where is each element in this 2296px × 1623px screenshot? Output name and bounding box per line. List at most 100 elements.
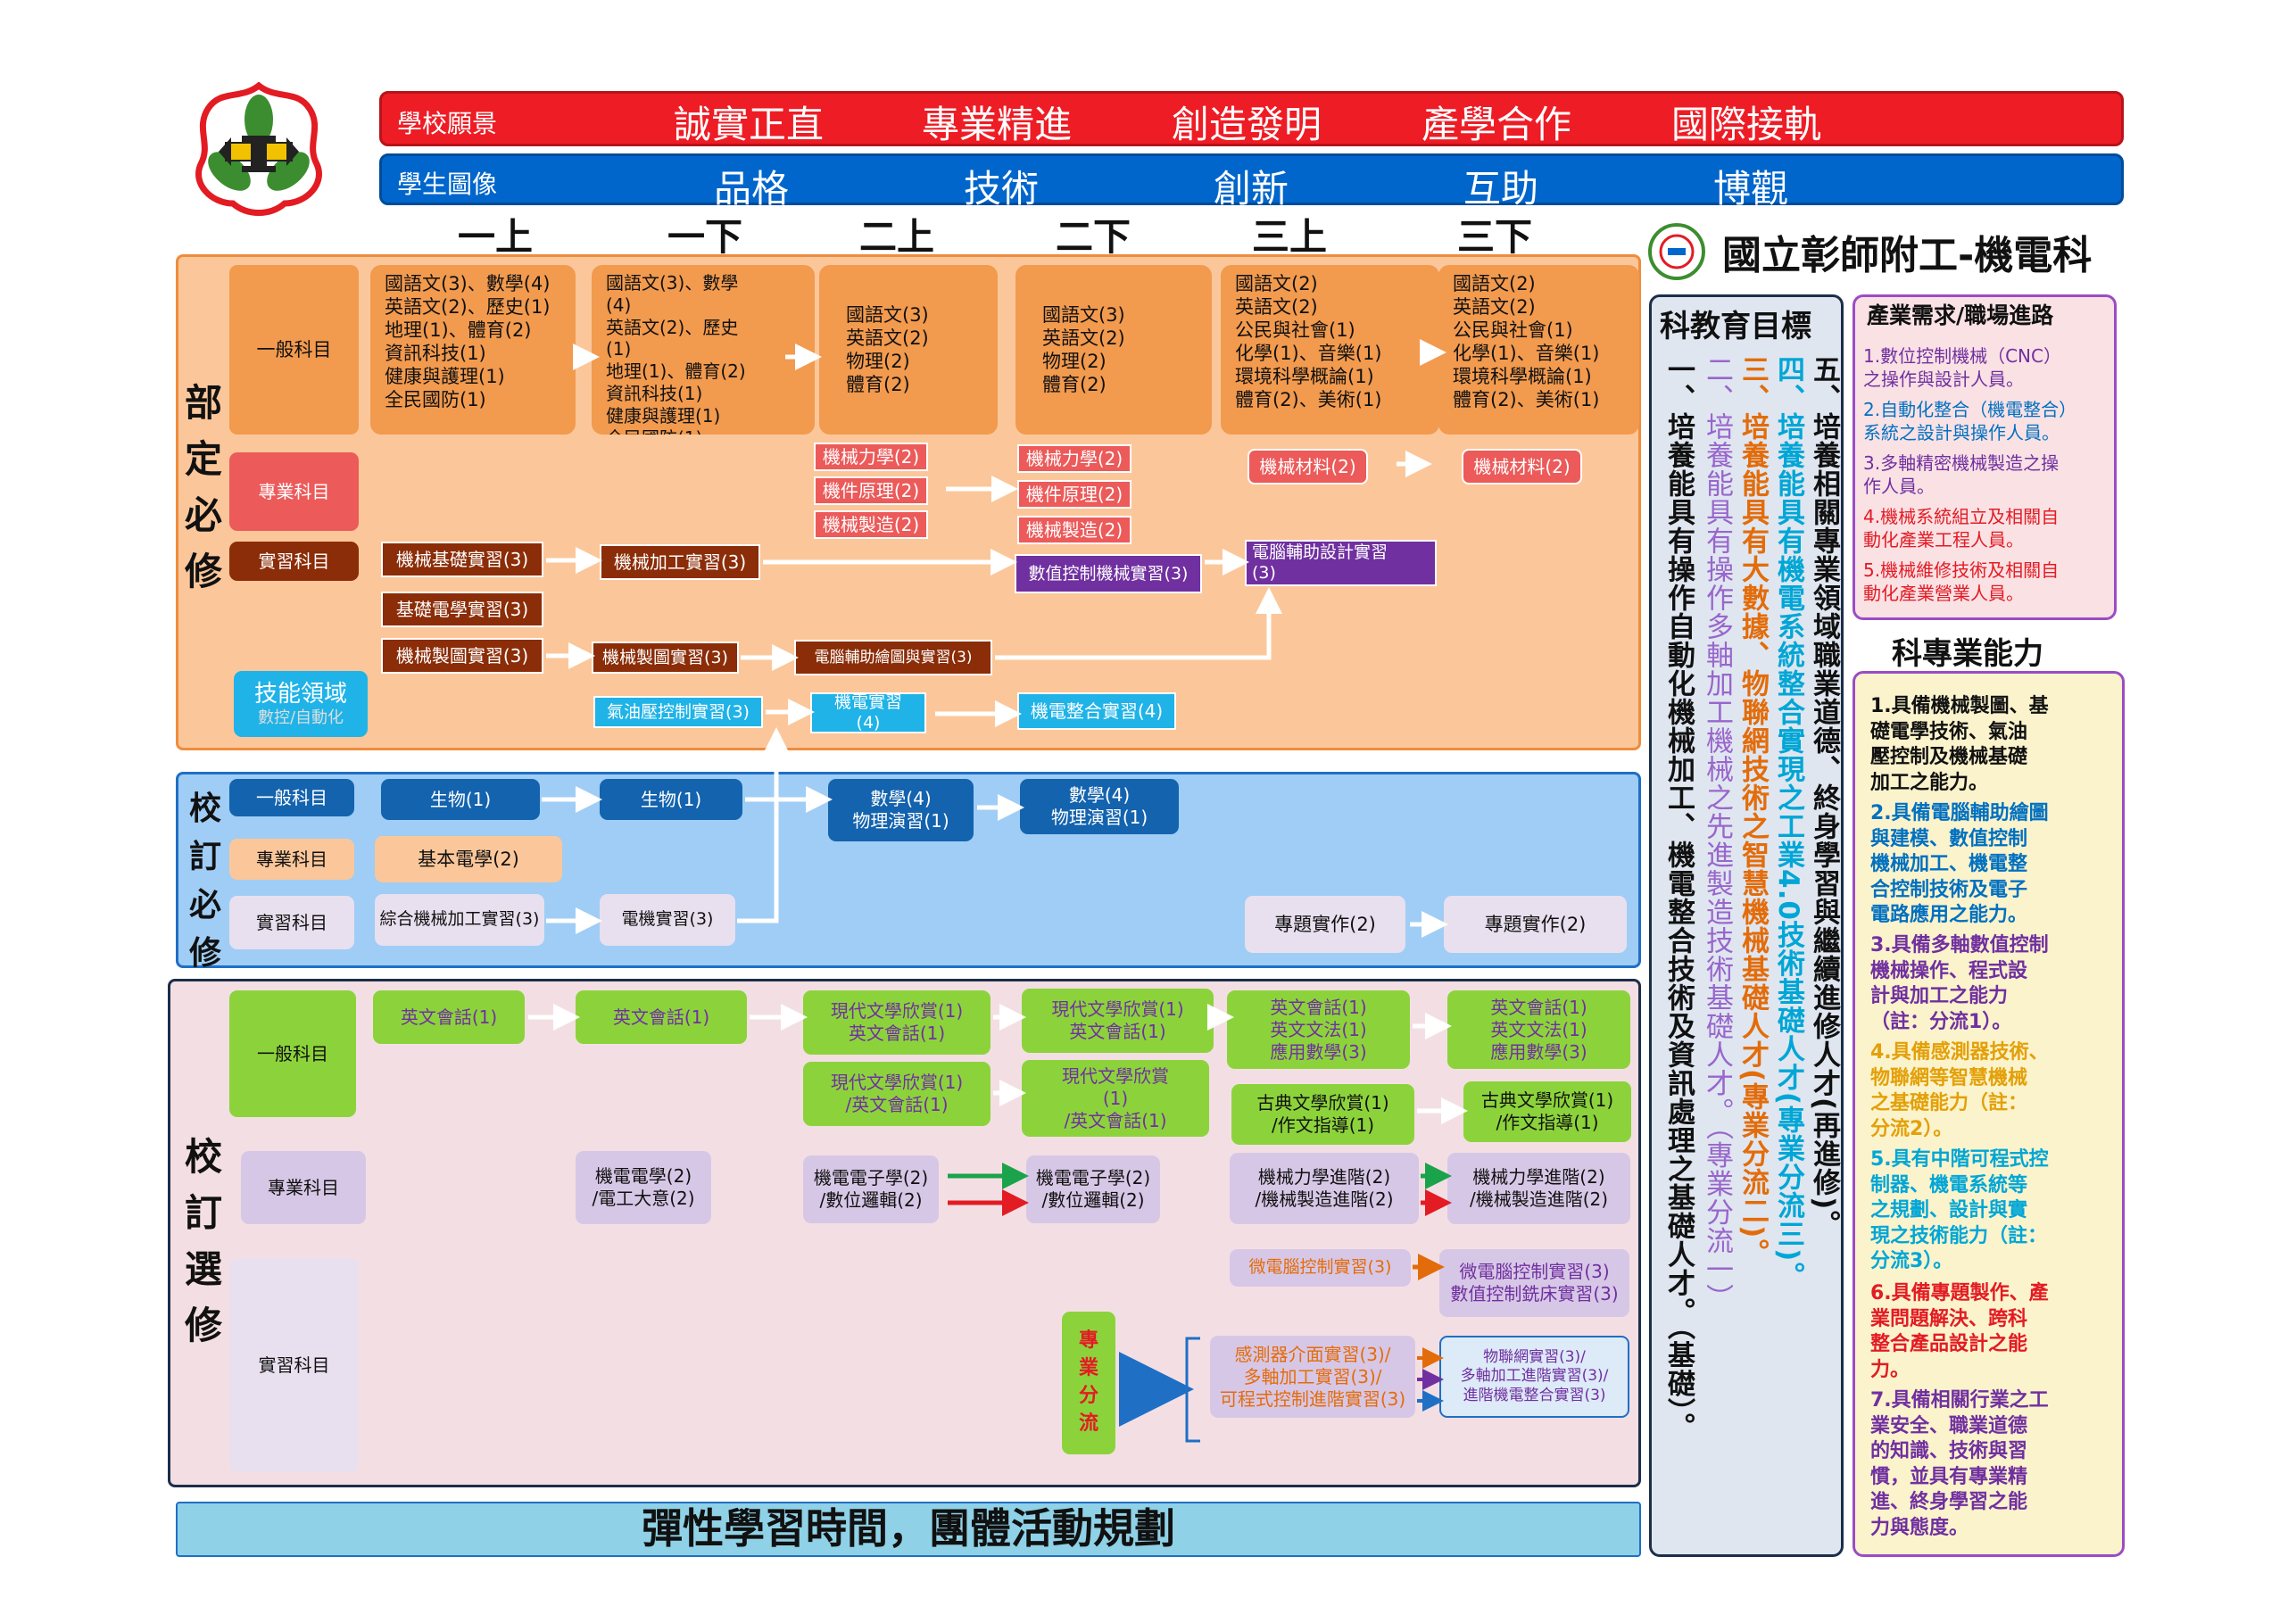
skill-domain-title: 技能領域 [253,680,347,708]
school-logo [195,82,322,216]
course-box: 古典文學欣賞(1) /作文指導(1) [1463,1081,1631,1142]
portrait-item: 品格 [714,167,790,211]
course-box: 英文會話(1) [373,990,525,1044]
ability-title: 科專業能力 [1892,636,2043,672]
education-goals-title: 科教育目標 [1660,309,1811,344]
career-title: 產業需求/職場進路 [1867,302,2054,328]
course-box: 國語文(2) 英語文(2) 公民與社會(1) 化學(1)、音樂(1) 環境科學概… [1438,265,1639,435]
career-item: 3.多軸精密機械製造之操 作人員。 [1863,452,2060,497]
goal-item: 四、培養能具有機電系統整合實現之工業4.0技術基礎人才(專業分流三)。 [1772,355,1804,1291]
course-box: 物聯網實習(3)/ 多軸加工進階實習(3)/ 進階機電整合實習(3) [1439,1336,1629,1418]
ability-item: 1.具備機械製圖、基 礎電學技術、氣油 壓控制及機械基礎 加工之能力。 [1870,695,2049,794]
year-header: 一上 [457,215,533,259]
portrait-item: 互助 [1463,167,1539,211]
vision-label: 學校願景 [397,109,498,138]
course-box: 機械製造(2) [814,510,928,539]
course-box: 機械材料(2) [1462,449,1582,484]
course-box: 基礎電學實習(3) [381,592,543,627]
vision-item: 專業精進 [922,103,1073,146]
year-header: 二下 [1055,215,1131,259]
course-box: 專題實作(2) [1245,896,1405,953]
ability-item: 7.具備相關行業之工 業安全、職業道德 的知識、技術與習 慣，並具有專業精 進、… [1870,1389,2049,1539]
course-box: 專題實作(2) [1444,896,1627,953]
course-box: 機電電子學(2) /數位邏輯(2) [1026,1155,1160,1223]
course-box: 英文會話(1) 英文文法(1) 應用數學(3) [1447,990,1630,1069]
course-box: 機械製圖實習(3) [381,638,543,674]
portrait-item: 博觀 [1713,167,1789,211]
course-box: 機械製造(2) [1017,516,1131,544]
year-header: 一下 [667,215,742,259]
year-header: 三上 [1251,215,1327,259]
goal-item: 三、培養能具有大數據、物聯網技術之智慧機械基礎人才(專業分流二)。 [1737,355,1769,1268]
course-box: 機械材料(2) [1247,449,1368,484]
ability-item: 3.具備多軸數值控制 機械操作、程式設 計與加工之能力 （註：分流1）。 [1870,934,2049,1033]
row-label-practice: 實習科目 [229,542,359,581]
course-box: 機電電子學(2) /數位邏輯(2) [803,1155,939,1223]
course-box: 微電腦控制實習(3) [1230,1249,1411,1287]
course-box: 基本電學(2) [375,836,562,882]
course-box: 機件原理(2) [814,476,928,505]
skill-domain-sub: 數控/自動化 [257,708,344,727]
career-item: 5.機械維修技術及相關自 動化產業營業人員。 [1863,559,2060,604]
row-label-general: 一般科目 [229,779,354,816]
section-label-dept-required: 部 定 必 修 [184,381,222,593]
row-label-general: 一般科目 [229,265,359,435]
course-box: 數學(4) 物理演習(1) [1020,779,1179,834]
professional-track-label: 專 業 分 流 [1062,1312,1115,1454]
course-box: 國語文(3)、數學(4) 英語文(2)、歷史(1) 地理(1)、體育(2) 資訊… [370,265,576,435]
course-box: 機械力學進階(2) /機械製造進階(2) [1230,1153,1419,1224]
career-item: 4.機械系統組立及相關自 動化產業工程人員。 [1863,506,2060,551]
course-box: 電腦輔助繪圖與實習(3) [794,640,992,675]
career-item: 1.數位控制機械（CNC） 之操作與設計人員。 [1863,345,2061,390]
course-box: 古典文學欣賞(1) /作文指導(1) [1231,1084,1414,1145]
course-box: 綜合機械加工實習(3) [375,894,544,946]
vision-item: 創造發明 [1172,103,1322,146]
course-box: 電機實習(3) [600,894,735,946]
course-box: 現代文學欣賞(1) 英文會話(1) [803,990,991,1055]
course-box: 現代文學欣賞 (1) /英文會話(1) [1022,1060,1209,1137]
course-box: 現代文學欣賞(1) /英文會話(1) [803,1062,991,1126]
course-box: 氣油壓控制實習(3) [593,696,763,728]
row-label-professional: 專業科目 [229,452,359,531]
row-label-practice: 實習科目 [229,1258,359,1472]
course-box: 機械製圖實習(3) [592,642,739,674]
row-label-professional: 專業科目 [241,1151,366,1224]
flexible-learning-footer: 彈性學習時間，團體活動規劃 [176,1502,1641,1557]
course-box: 機電整合實習(4) [1017,692,1176,730]
course-box: 機械加工實習(3) [600,544,760,580]
course-box: 機械基礎實習(3) [381,542,543,577]
row-label-skill-domain: 技能領域 數控/自動化 [234,671,368,737]
course-box: 國語文(3)、數學 (4) 英語文(2)、歷史 (1) 地理(1)、體育(2) … [592,265,815,435]
ability-item: 5.具有中階可程式控 制器、機電系統等 之規劃、設計與實 現之技術能力（註： 分… [1870,1148,2049,1273]
course-box: 微電腦控制實習(3) 數值控制銑床實習(3) [1439,1249,1629,1317]
course-box: 英文會話(1) 英文文法(1) 應用數學(3) [1227,990,1410,1069]
course-box: 國語文(3) 英語文(2) 物理(2) 體育(2) [819,265,998,435]
stream-text: 感測器介面實習(3)/ 多軸加工實習(3)/ 可程式控制進階實習(3) [1219,1343,1406,1410]
course-box: 國語文(2) 英語文(2) 公民與社會(1) 化學(1)、音樂(1) 環境科學概… [1221,265,1439,435]
course-box: 機電電學(2) /電工大意(2) [576,1151,711,1224]
vision-item: 國際接軌 [1671,103,1822,146]
row-label-practice: 實習科目 [229,896,354,949]
course-box: 數值控制機械實習(3) [1015,554,1202,593]
portrait-item: 技術 [964,167,1040,211]
vision-item: 誠實正直 [674,103,825,146]
course-box: 機械力學(2) [814,443,928,471]
course-box: 生物(1) [600,779,742,820]
school-name: 國立彰師附工-機電科 [1722,233,2093,278]
course-box: 國語文(3) 英語文(2) 物理(2) 體育(2) [1015,265,1212,435]
year-header: 二上 [858,215,934,259]
portrait-label: 學生圖像 [397,170,498,199]
goal-item: 二、培養能具有操作多軸加工機械之先進製造技術基礎人才。（專業分流一） [1701,355,1733,1312]
career-item: 2.自動化整合（機電整合） 系統之設計與操作人員。 [1863,399,2077,443]
course-box: 電腦輔助設計實習 (3) [1245,540,1437,586]
course-box: 機電實習 (4) [810,692,926,733]
goal-item: 五、培養相關專業領域職業道德、終身學習與繼續進修人才(再進修)。 [1808,355,1840,1239]
goal-item: 一、培養能具有操作自動化機械加工、機電整合技術及資訊處理之基礎人才。（基礎）。 [1662,355,1695,1441]
course-box: 感測器介面實習(3)/ 多軸加工實習(3)/ 可程式控制進階實習(3) [1210,1336,1415,1418]
course-box: 數學(4) 物理演習(1) [828,779,974,841]
course-box: 機械力學(2) [1017,444,1131,473]
row-label-general: 一般科目 [229,990,356,1117]
school-name-logo [1648,223,1705,280]
school-elective-section [168,979,1641,1487]
ability-item: 2.具備電腦輔助繪圖 與建模、數值控制 機械加工、機電整 合控制技術及電子 電路… [1870,802,2049,927]
